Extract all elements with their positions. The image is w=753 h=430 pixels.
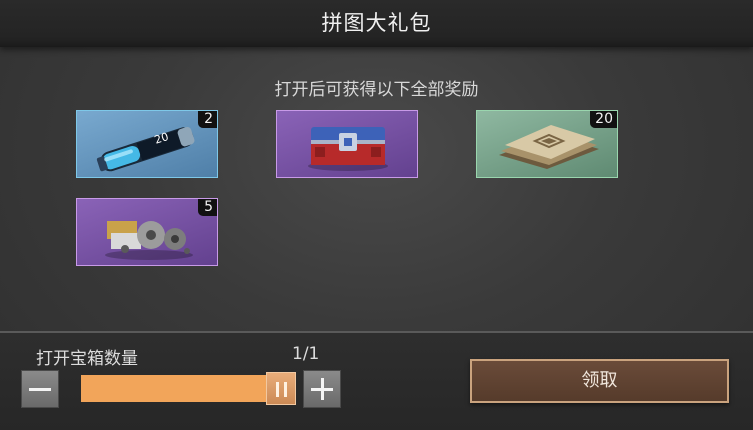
reward-item-gears[interactable]: 5 (76, 198, 218, 266)
grip-icon (284, 382, 287, 397)
page-title: 拼图大礼包 (321, 11, 432, 35)
blue-capsule-icon: 20 (96, 126, 195, 172)
slider-fill (81, 375, 281, 402)
reward-item-capsule[interactable]: 20 2 (76, 110, 218, 178)
decrease-button[interactable] (21, 370, 59, 408)
gears-parts-icon (105, 221, 193, 260)
title-bar: 拼图大礼包 (0, 0, 753, 47)
open-quantity-label: 打开宝箱数量 (36, 349, 138, 369)
open-quantity-value: 1/1 (292, 344, 320, 364)
item-count-badge: 2 (198, 111, 217, 128)
reward-item-chest[interactable] (276, 110, 418, 178)
red-blue-chest-icon (308, 127, 388, 171)
grip-icon (276, 382, 279, 397)
plus-icon (321, 378, 324, 400)
item-count-badge: 5 (198, 199, 217, 216)
increase-button[interactable] (303, 370, 341, 408)
minus-icon (29, 388, 51, 391)
rewards-subtitle: 打开后可获得以下全部奖励 (274, 80, 479, 100)
claim-button[interactable]: 领取 (470, 359, 729, 403)
slider-handle[interactable] (266, 372, 296, 405)
reward-item-documents[interactable]: 20 (476, 110, 618, 178)
item-count-badge: 20 (590, 111, 617, 128)
quantity-slider[interactable] (81, 372, 296, 405)
